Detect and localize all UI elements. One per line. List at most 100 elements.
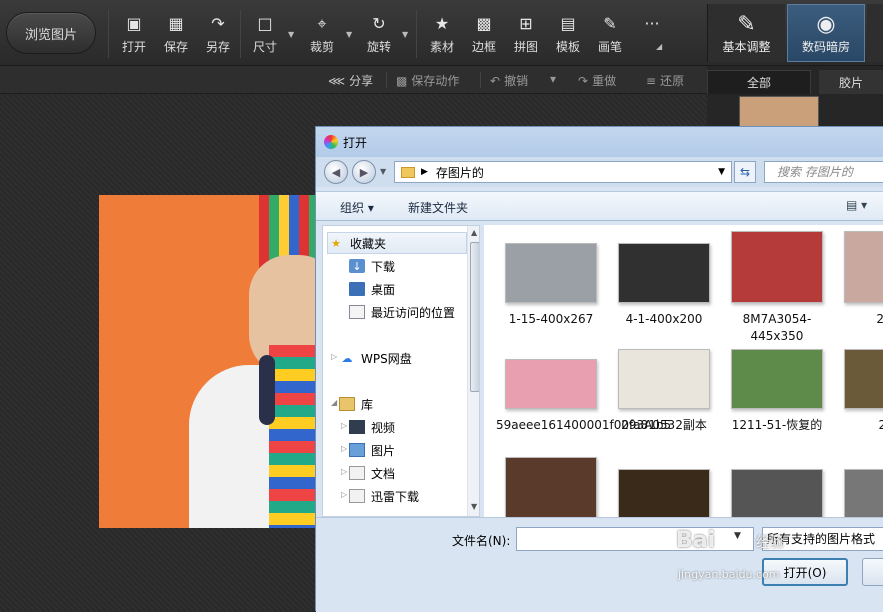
tab-all[interactable]: 全部 (707, 70, 811, 94)
file-thumbnail (505, 457, 597, 517)
file-item[interactable] (609, 469, 719, 517)
file-thumbnail (844, 469, 883, 517)
file-type-select[interactable]: 所有支持的图片格式 (762, 527, 883, 551)
nav-item-documents[interactable]: 文档 (349, 462, 479, 484)
collage-button[interactable]: ⊞ 拼图 (506, 14, 546, 58)
material-button[interactable]: ★ 素材 (422, 14, 462, 58)
resize-dropdown-icon[interactable]: ▼ (288, 30, 294, 39)
scrollbar-thumb[interactable] (470, 242, 479, 392)
share-button[interactable]: ⋘ 分享 (328, 72, 373, 89)
toolbar-separator (416, 10, 417, 58)
edit-icon: ✎ (737, 11, 756, 37)
folder-icon (401, 166, 415, 178)
brush-icon: ✎ (603, 14, 617, 33)
expand-arrow-icon[interactable]: ▷ (341, 467, 347, 476)
file-thumbnail (731, 349, 823, 409)
nav-item-recent[interactable]: 最近访问的位置 (349, 301, 479, 323)
nav-item-desktop[interactable]: 桌面 (349, 278, 479, 300)
resize-button[interactable]: □ 尺寸 (245, 14, 285, 58)
recent-places-icon (349, 305, 365, 319)
extra-mode-button[interactable] (867, 4, 883, 62)
open-button[interactable]: ▣ 打开 (114, 14, 154, 58)
filename-input[interactable] (516, 527, 754, 551)
camera-icon: ◉ (816, 11, 836, 37)
file-list-pane: 1-15-400x267 4-1-400x200 8M7A3054-445x35… (484, 225, 883, 517)
crop-dropdown-icon[interactable]: ▼ (346, 30, 352, 39)
breadcrumb-current-folder[interactable]: 存图片的 (436, 164, 484, 181)
save-action-button[interactable]: ▩ 保存动作 (396, 72, 459, 89)
file-thumbnail (618, 349, 710, 409)
file-item[interactable] (835, 469, 883, 517)
expand-arrow-icon[interactable]: ▷ (331, 352, 337, 361)
new-folder-button[interactable]: 新建文件夹 (408, 199, 468, 216)
nav-item-downloads[interactable]: ↓ 下载 (349, 255, 479, 277)
save-icon: ▦ (168, 14, 184, 33)
save-as-button[interactable]: ↷ 另存 (198, 14, 238, 58)
template-button[interactable]: ▤ 模板 (548, 14, 588, 58)
open-button[interactable]: 打开(O) (762, 558, 848, 586)
expand-arrow-icon[interactable]: ▷ (341, 421, 347, 430)
expand-arrow-icon[interactable]: ▷ (341, 444, 347, 453)
more-tools-button[interactable]: ··· (632, 14, 672, 58)
nav-item-library[interactable]: 库 (339, 393, 479, 415)
file-item[interactable]: 8M7A3054-445x350 (722, 231, 832, 345)
digital-darkroom-mode-button[interactable]: ◉ 数码暗房 (787, 4, 865, 62)
rotate-button[interactable]: ↻ 旋转 (359, 14, 399, 58)
file-item[interactable] (496, 457, 606, 517)
frame-icon: ▩ (476, 14, 492, 33)
save-button[interactable]: ▦ 保存 (156, 14, 196, 58)
expand-triangle-icon[interactable]: ◢ (656, 42, 662, 51)
file-item[interactable]: 1-15-400x267 (496, 243, 606, 328)
filename-dropdown-icon[interactable]: ▼ (734, 531, 741, 541)
refresh-button[interactable]: ⇆ (734, 161, 756, 183)
file-item[interactable] (722, 469, 832, 517)
file-item[interactable]: 24-4 (835, 231, 883, 328)
crop-button[interactable]: ⌖ 裁剪 (302, 14, 342, 58)
browse-images-button[interactable]: 浏览图片 (6, 12, 96, 54)
file-item[interactable]: 293A0532副本 (609, 349, 719, 434)
file-item[interactable]: 4-1-400x200 (609, 243, 719, 328)
file-item[interactable]: 1211-51-恢复的 (722, 349, 832, 434)
view-options-button[interactable]: ▤ ▾ (846, 198, 867, 212)
dialog-nav-row: ◀ ▶ ▼ ▶ 存图片的 ▼ ⇆ 搜索 存图片的 (316, 157, 883, 187)
address-dropdown-icon[interactable]: ▼ (718, 167, 725, 177)
back-button[interactable]: ◀ (324, 160, 348, 184)
dialog-title: 打开 (343, 135, 368, 150)
rotate-dropdown-icon[interactable]: ▼ (402, 30, 408, 39)
app-icon (324, 135, 338, 149)
scroll-up-icon[interactable]: ▲ (471, 228, 477, 237)
file-thumbnail (731, 231, 823, 303)
nav-item-video[interactable]: 视频 (349, 416, 479, 438)
brush-button[interactable]: ✎ 画笔 (590, 14, 630, 58)
nav-pane-scrollbar[interactable]: ▲ ▼ (467, 226, 479, 516)
edited-photo (99, 195, 315, 528)
scroll-down-icon[interactable]: ▼ (471, 502, 477, 511)
history-dropdown-icon[interactable]: ▼ (380, 167, 386, 176)
file-item[interactable]: 204 (835, 349, 883, 434)
undo-button[interactable]: ↶ 撤销 (490, 72, 528, 89)
nav-item-pictures[interactable]: 图片 (349, 439, 479, 461)
collapse-arrow-icon[interactable]: ◢ (331, 398, 337, 407)
dialog-title-bar: 打开 (316, 127, 883, 157)
search-input[interactable]: 搜索 存图片的 (764, 161, 883, 183)
nav-item-wps[interactable]: ☁ WPS网盘 (339, 347, 479, 369)
nav-item-favorites[interactable]: ★ 收藏夹 (327, 232, 467, 254)
restore-button[interactable]: ≡ 还原 (646, 72, 684, 89)
frame-button[interactable]: ▩ 边框 (464, 14, 504, 58)
navigation-pane: ★ 收藏夹 ↓ 下载 桌面 最近访问的位置 ▷ ☁ WPS网盘 ◢ 库 ▷ 视频 (322, 225, 480, 517)
breadcrumb-arrow-icon[interactable]: ▶ (421, 167, 428, 177)
file-item[interactable]: 59aeee161400001f00fa81b5 (496, 359, 671, 434)
address-bar[interactable]: ▶ 存图片的 ▼ (394, 161, 732, 183)
download-icon: ↓ (349, 259, 365, 273)
cancel-button[interactable] (862, 558, 883, 586)
undo-dropdown-icon[interactable]: ▾ (550, 72, 556, 86)
star-icon: ★ (331, 236, 341, 250)
library-icon (339, 397, 355, 411)
forward-button[interactable]: ▶ (352, 160, 376, 184)
nav-item-thunder-downloads[interactable]: 迅雷下载 (349, 485, 479, 507)
organize-menu[interactable]: 组织 ▾ (340, 199, 374, 216)
basic-adjust-mode-button[interactable]: ✎ 基本调整 (707, 4, 785, 62)
tab-film[interactable]: 胶片 (819, 70, 883, 94)
redo-button[interactable]: ↷ 重做 (578, 72, 616, 89)
expand-arrow-icon[interactable]: ▷ (341, 490, 347, 499)
